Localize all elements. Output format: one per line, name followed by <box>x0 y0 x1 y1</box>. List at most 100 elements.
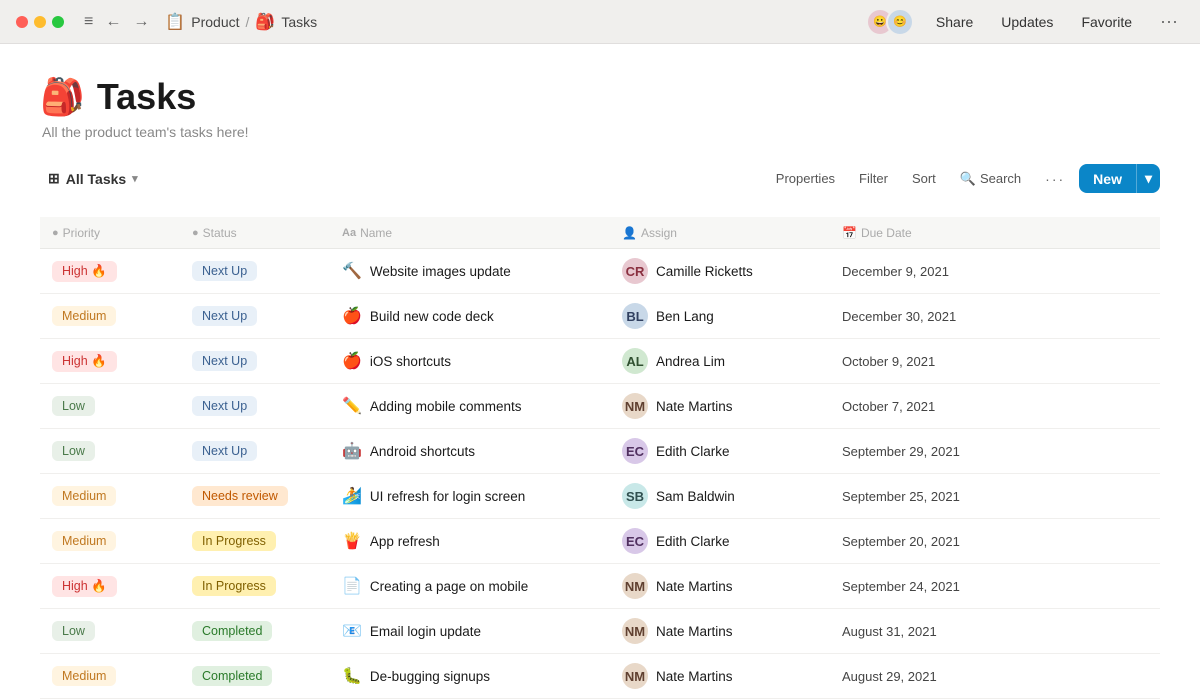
status-badge: Completed <box>192 666 272 686</box>
share-button[interactable]: Share <box>930 12 979 32</box>
maximize-button[interactable] <box>52 16 64 28</box>
task-name-cell[interactable]: 🍟App refresh <box>330 519 610 564</box>
priority-cell: Low <box>40 384 180 429</box>
due-date-value: September 25, 2021 <box>842 489 960 504</box>
priority-cell: High 🔥 <box>40 339 180 384</box>
avatar: NM <box>622 573 648 599</box>
task-name-label: Android shortcuts <box>370 444 475 459</box>
assignee-name: Nate Martins <box>656 399 733 414</box>
sort-button[interactable]: Sort <box>902 166 946 191</box>
assignee-name: Camille Ricketts <box>656 264 753 279</box>
due-date-cell: September 29, 2021 <box>830 429 1160 474</box>
assign-cell: BLBen Lang <box>610 294 830 339</box>
task-name-cell[interactable]: 📄Creating a page on mobile <box>330 564 610 609</box>
priority-badge: Low <box>52 621 95 641</box>
table-row[interactable]: MediumNext Up🍎Build new code deckBLBen L… <box>40 294 1160 339</box>
close-button[interactable] <box>16 16 28 28</box>
tasks-table: ● Priority ● Status Aa Name <box>40 217 1160 699</box>
task-emoji-icon: 📄 <box>342 576 362 596</box>
minimize-button[interactable] <box>34 16 46 28</box>
due-date-value: December 9, 2021 <box>842 264 949 279</box>
task-name-label: iOS shortcuts <box>370 354 451 369</box>
favorite-button[interactable]: Favorite <box>1075 12 1138 32</box>
avatar-2: 😊 <box>886 8 914 36</box>
view-label: All Tasks <box>66 171 126 187</box>
priority-cell: Medium <box>40 654 180 699</box>
column-header-name[interactable]: Aa Name <box>330 217 610 249</box>
task-name-cell[interactable]: 🍎Build new code deck <box>330 294 610 339</box>
new-button[interactable]: New ▾ <box>1079 164 1160 193</box>
due-date-value: October 7, 2021 <box>842 399 935 414</box>
name-col-label: Name <box>360 226 392 240</box>
properties-button[interactable]: Properties <box>766 166 845 191</box>
more-options-button[interactable]: ··· <box>1154 9 1184 34</box>
due-date-value: August 29, 2021 <box>842 669 937 684</box>
toolbar: ⊞ All Tasks ▾ Properties Filter Sort 🔍 S… <box>40 164 1160 201</box>
status-badge: Completed <box>192 621 272 641</box>
page-title: Tasks <box>97 76 196 118</box>
forward-button[interactable]: → <box>129 11 153 33</box>
properties-label: Properties <box>776 171 835 186</box>
back-button[interactable]: ← <box>101 11 125 33</box>
chevron-down-icon: ▾ <box>132 172 138 185</box>
task-name-cell[interactable]: 🏄UI refresh for login screen <box>330 474 610 519</box>
table-row[interactable]: MediumIn Progress🍟App refreshECEdith Cla… <box>40 519 1160 564</box>
table-row[interactable]: High 🔥In Progress📄Creating a page on mob… <box>40 564 1160 609</box>
search-button[interactable]: 🔍 Search <box>950 166 1031 192</box>
name-col-icon: Aa <box>342 227 356 239</box>
avatar: BL <box>622 303 648 329</box>
breadcrumb-parent[interactable]: Product <box>191 14 239 30</box>
task-name-cell[interactable]: ✏️Adding mobile comments <box>330 384 610 429</box>
table-row[interactable]: LowNext Up✏️Adding mobile commentsNMNate… <box>40 384 1160 429</box>
collaborator-avatars: 😀 😊 <box>866 8 914 36</box>
table-row[interactable]: LowNext Up🤖Android shortcutsECEdith Clar… <box>40 429 1160 474</box>
status-col-icon: ● <box>192 227 199 239</box>
priority-cell: High 🔥 <box>40 249 180 294</box>
due-date-value: August 31, 2021 <box>842 624 937 639</box>
assign-col-icon: 👤 <box>622 226 637 240</box>
due-date-cell: August 29, 2021 <box>830 654 1160 699</box>
table-row[interactable]: High 🔥Next Up🔨Website images updateCRCam… <box>40 249 1160 294</box>
new-button-chevron-icon[interactable]: ▾ <box>1136 164 1160 193</box>
due-date-value: December 30, 2021 <box>842 309 956 324</box>
column-header-duedate[interactable]: 📅 Due Date <box>830 217 1160 249</box>
priority-col-icon: ● <box>52 227 59 239</box>
task-name-label: Adding mobile comments <box>370 399 522 414</box>
assignee-name: Nate Martins <box>656 624 733 639</box>
task-name-cell[interactable]: 🔨Website images update <box>330 249 610 294</box>
breadcrumb-separator: / <box>246 14 250 30</box>
status-cell: Completed <box>180 609 330 654</box>
view-selector[interactable]: ⊞ All Tasks ▾ <box>40 166 146 191</box>
assign-cell: NMNate Martins <box>610 384 830 429</box>
assignee-name: Edith Clarke <box>656 444 730 459</box>
hamburger-icon[interactable]: ≡ <box>80 11 97 33</box>
task-name-cell[interactable]: 📧Email login update <box>330 609 610 654</box>
breadcrumb-current[interactable]: Tasks <box>281 14 317 30</box>
due-date-cell: October 7, 2021 <box>830 384 1160 429</box>
task-name-cell[interactable]: 🤖Android shortcuts <box>330 429 610 474</box>
assignee-name: Sam Baldwin <box>656 489 735 504</box>
priority-cell: Low <box>40 609 180 654</box>
due-date-cell: August 31, 2021 <box>830 609 1160 654</box>
table-row[interactable]: MediumNeeds review🏄UI refresh for login … <box>40 474 1160 519</box>
filter-button[interactable]: Filter <box>849 166 898 191</box>
table-row[interactable]: High 🔥Next Up🍎iOS shortcutsALAndrea LimO… <box>40 339 1160 384</box>
table-row[interactable]: MediumCompleted🐛De-bugging signupsNMNate… <box>40 654 1160 699</box>
breadcrumb: 📋 Product / 🎒 Tasks <box>165 12 317 32</box>
task-name-cell[interactable]: 🐛De-bugging signups <box>330 654 610 699</box>
table-header-row: ● Priority ● Status Aa Name <box>40 217 1160 249</box>
status-cell: Next Up <box>180 384 330 429</box>
due-date-value: September 20, 2021 <box>842 534 960 549</box>
task-name-cell[interactable]: 🍎iOS shortcuts <box>330 339 610 384</box>
status-cell: Next Up <box>180 339 330 384</box>
priority-cell: Medium <box>40 294 180 339</box>
column-header-priority[interactable]: ● Priority <box>40 217 180 249</box>
filter-label: Filter <box>859 171 888 186</box>
updates-button[interactable]: Updates <box>995 12 1059 32</box>
column-header-status[interactable]: ● Status <box>180 217 330 249</box>
status-cell: Next Up <box>180 249 330 294</box>
column-header-assign[interactable]: 👤 Assign <box>610 217 830 249</box>
table-more-options-button[interactable]: ··· <box>1035 166 1075 192</box>
table-icon: ⊞ <box>48 170 60 187</box>
table-row[interactable]: LowCompleted📧Email login updateNMNate Ma… <box>40 609 1160 654</box>
